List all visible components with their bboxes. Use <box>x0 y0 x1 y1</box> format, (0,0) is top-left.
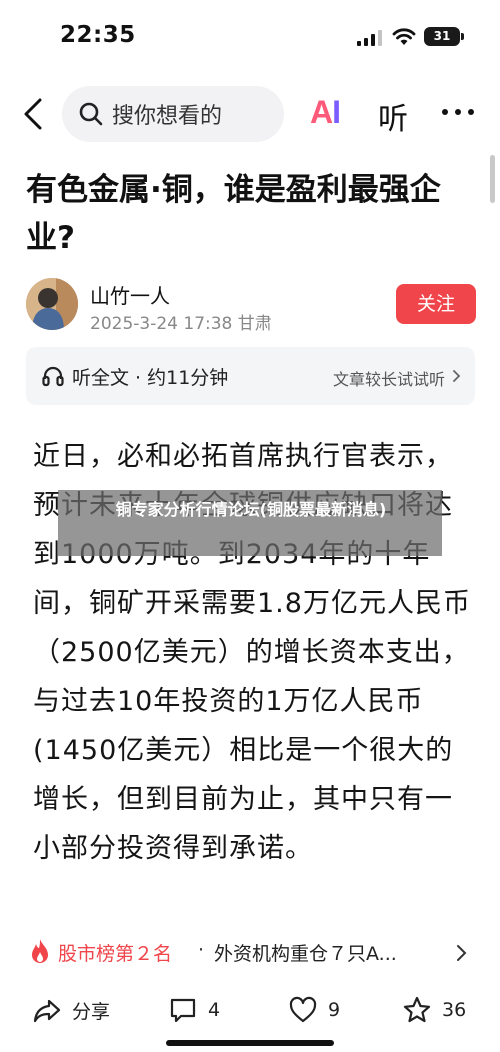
favorite-button[interactable]: 36 <box>402 994 466 1026</box>
top-nav-bar: 搜你想看的 AI 听 <box>0 80 500 146</box>
bottom-action-bar: 分享 4 9 36 <box>0 984 500 1036</box>
comment-icon <box>170 998 196 1023</box>
rank-news: 外资机构重仓７只A... <box>214 943 397 965</box>
share-icon <box>33 999 61 1023</box>
headphone-icon <box>42 366 64 387</box>
hot-rank-bar[interactable]: 股市榜第２名 · 外资机构重仓７只A... <box>0 926 500 980</box>
article-title: 有色金属·铜，谁是盈利最强企业? <box>26 172 441 256</box>
avatar-image <box>26 278 78 330</box>
more-icon[interactable] <box>440 106 476 118</box>
search-input[interactable]: 搜你想看的 <box>62 86 284 142</box>
follow-button[interactable]: 关注 <box>396 284 476 324</box>
overlay-text: 铜专家分析行情论坛(铜股票最新消息) <box>115 500 387 519</box>
status-bar: 22:35 31 <box>0 0 500 72</box>
share-label: 分享 <box>72 1000 111 1023</box>
battery-indicator: 31 <box>424 27 464 46</box>
heart-icon <box>289 996 317 1023</box>
overlay-banner: 铜专家分析行情论坛(铜股票最新消息) <box>58 490 442 556</box>
scrollbar[interactable] <box>490 155 495 203</box>
ai-label-a: A <box>310 94 333 130</box>
back-icon[interactable] <box>18 94 48 134</box>
author-meta: 2025-3-24 17:38 甘肃 <box>90 314 272 334</box>
like-count: 9 <box>328 999 341 1021</box>
status-time: 22:35 <box>60 22 136 48</box>
home-indicator[interactable] <box>166 1040 334 1046</box>
ai-label-i: I <box>332 94 341 130</box>
listen-label: 听全文 · 约11分钟 <box>72 367 229 389</box>
author-row: 山竹一人 2025-3-24 17:38 甘肃 关注 <box>26 276 476 336</box>
chevron-right-icon <box>457 945 467 961</box>
search-placeholder: 搜你想看的 <box>112 104 223 129</box>
rank-separator: · <box>198 939 205 961</box>
like-button[interactable]: 9 <box>288 994 340 1026</box>
search-icon <box>79 102 103 126</box>
star-count: 36 <box>442 999 467 1021</box>
wifi-icon <box>392 28 416 45</box>
chevron-right-icon <box>453 370 461 382</box>
share-button[interactable]: 分享 <box>32 994 110 1026</box>
listen-full-article-bar[interactable]: 听全文 · 约11分钟 文章较长试试听 <box>26 347 475 405</box>
comment-button[interactable]: 4 <box>168 994 220 1026</box>
signal-icon <box>357 30 382 46</box>
ai-button[interactable]: AI <box>310 94 341 131</box>
listen-hint: 文章较长试试听 <box>332 370 445 389</box>
fire-icon <box>32 939 48 963</box>
avatar[interactable] <box>26 278 78 330</box>
star-icon <box>403 996 431 1023</box>
comment-count: 4 <box>208 999 221 1021</box>
rank-label: 股市榜第２名 <box>58 943 173 965</box>
author-name[interactable]: 山竹一人 <box>90 280 170 309</box>
listen-button[interactable]: 听 <box>378 94 408 138</box>
